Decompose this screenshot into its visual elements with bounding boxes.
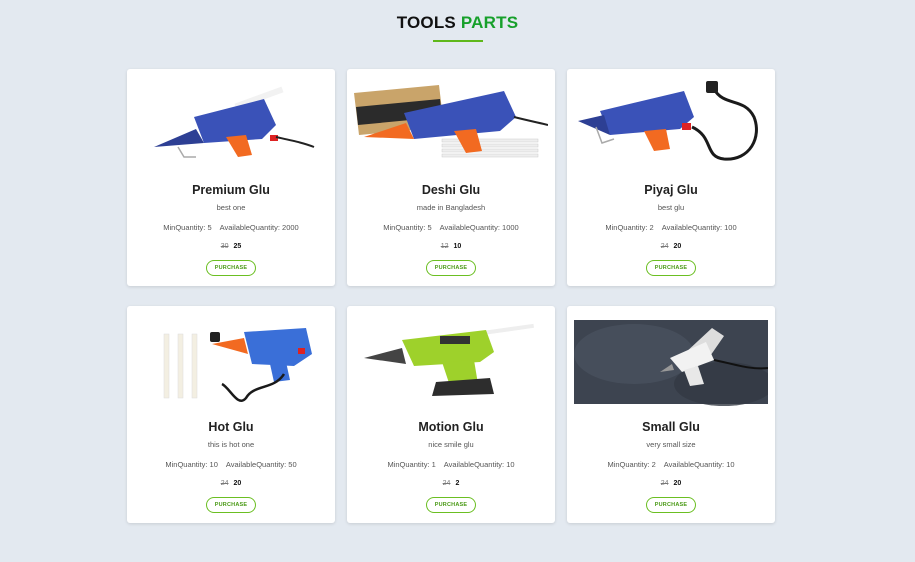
product-price: 24 20 — [127, 479, 335, 489]
min-quantity: MinQuantity: 1 — [387, 460, 436, 469]
product-card: Deshi Glu made in Bangladesh MinQuantity… — [347, 69, 555, 286]
product-quantity: MinQuantity: 5 AvailableQuantity: 1000 — [347, 223, 555, 233]
min-quantity: MinQuantity: 2 — [607, 460, 656, 469]
page-title: TOOLS PARTS — [0, 12, 915, 34]
product-card: Hot Glu this is hot one MinQuantity: 10 A… — [127, 306, 335, 523]
old-price: 24 — [660, 480, 669, 487]
product-price: 12 10 — [347, 242, 555, 252]
product-card: Premium Glu best one MinQuantity: 5 Avail… — [127, 69, 335, 286]
old-price: 12 — [440, 243, 449, 250]
product-price: 30 25 — [127, 242, 335, 252]
product-name: Motion Glu — [418, 420, 484, 434]
product-quantity: MinQuantity: 5 AvailableQuantity: 2000 — [127, 223, 335, 233]
available-quantity: AvailableQuantity: 100 — [661, 223, 737, 232]
purchase-button[interactable]: PURCHASE — [425, 260, 477, 276]
current-price: 25 — [233, 243, 242, 250]
min-quantity: MinQuantity: 5 — [163, 223, 212, 232]
product-quantity: MinQuantity: 10 AvailableQuantity: 50 — [127, 460, 335, 470]
product-description: made in Bangladesh — [416, 203, 486, 212]
old-price: 30 — [220, 243, 229, 250]
product-description: very small size — [646, 440, 696, 449]
white-glue-gun-icon — [574, 320, 768, 406]
current-price: 20 — [673, 480, 682, 487]
product-image — [574, 77, 768, 172]
product-quantity: MinQuantity: 2 AvailableQuantity: 100 — [567, 223, 775, 233]
current-price: 2 — [455, 480, 460, 487]
blue-glue-gun-with-plug-icon — [578, 81, 758, 161]
old-price: 24 — [660, 243, 669, 250]
product-price: 24 2 — [347, 479, 555, 489]
title-underline — [432, 40, 483, 42]
product-name: Small Glu — [642, 420, 700, 434]
product-card: Piyaj Glu best glu MinQuantity: 2 Availab… — [567, 69, 775, 286]
product-price: 24 20 — [567, 242, 775, 252]
available-quantity: AvailableQuantity: 10 — [663, 460, 735, 469]
blue-glue-gun-icon — [154, 86, 315, 158]
product-quantity: MinQuantity: 1 AvailableQuantity: 10 — [347, 460, 555, 470]
product-image — [354, 314, 548, 409]
min-quantity: MinQuantity: 2 — [605, 223, 654, 232]
product-description: best one — [216, 203, 246, 212]
available-quantity: AvailableQuantity: 10 — [443, 460, 515, 469]
purchase-button[interactable]: PURCHASE — [205, 497, 257, 513]
product-description: nice smile glu — [428, 440, 474, 449]
product-grid: Premium Glu best one MinQuantity: 5 Avail… — [127, 69, 775, 523]
current-price: 20 — [233, 480, 242, 487]
product-name: Piyaj Glu — [644, 183, 698, 197]
old-price: 24 — [442, 480, 451, 487]
title-part-2: PARTS — [460, 13, 519, 32]
product-card: Motion Glu nice smile glu MinQuantity: 1… — [347, 306, 555, 523]
current-price: 20 — [673, 243, 682, 250]
product-image — [574, 314, 768, 409]
purchase-button[interactable]: PURCHASE — [425, 497, 477, 513]
product-description: this is hot one — [207, 440, 255, 449]
title-part-1: TOOLS — [396, 13, 456, 32]
purchase-button[interactable]: PURCHASE — [645, 497, 697, 513]
product-name: Premium Glu — [192, 183, 270, 197]
product-price: 24 20 — [567, 479, 775, 489]
product-quantity: MinQuantity: 2 AvailableQuantity: 10 — [567, 460, 775, 470]
available-quantity: AvailableQuantity: 50 — [225, 460, 297, 469]
min-quantity: MinQuantity: 10 — [165, 460, 218, 469]
product-image — [354, 77, 548, 172]
product-image — [134, 77, 328, 172]
green-glue-gun-icon — [364, 323, 534, 396]
product-card: Small Glu very small size MinQuantity: 2… — [567, 306, 775, 523]
product-name: Hot Glu — [208, 420, 254, 434]
purchase-button[interactable]: PURCHASE — [205, 260, 257, 276]
section-heading: TOOLS PARTS — [0, 0, 915, 42]
product-image — [134, 314, 328, 409]
min-quantity: MinQuantity: 5 — [383, 223, 432, 232]
product-name: Deshi Glu — [421, 183, 481, 197]
old-price: 24 — [220, 480, 229, 487]
blue-glue-gun-with-box-icon — [354, 85, 548, 158]
purchase-button[interactable]: PURCHASE — [645, 260, 697, 276]
blue-glue-gun-with-sticks-icon — [163, 328, 312, 402]
current-price: 10 — [453, 243, 462, 250]
available-quantity: AvailableQuantity: 1000 — [439, 223, 519, 232]
product-description: best glu — [657, 203, 685, 212]
available-quantity: AvailableQuantity: 2000 — [219, 223, 299, 232]
